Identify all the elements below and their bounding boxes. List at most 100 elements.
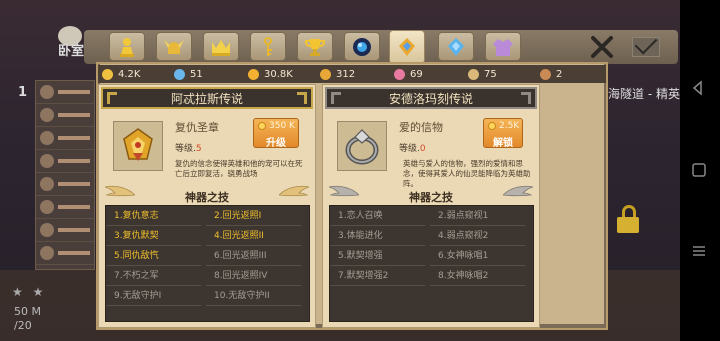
- skill-item: 3.体能进化: [330, 226, 425, 246]
- gold-coin-icon: [248, 68, 259, 80]
- skill-item: 4.弱点窥视2: [430, 226, 525, 246]
- background-progress: 50 M /20: [14, 305, 41, 333]
- close-icon: [591, 36, 613, 58]
- skill-item: 1.恋人召唤: [330, 206, 425, 226]
- key-icon: [264, 36, 272, 56]
- upgrade-cost: 350 K: [258, 121, 296, 131]
- skill-item: 3.复仇默契: [106, 226, 201, 246]
- cost-value: 350 K: [269, 121, 295, 131]
- lock-icon[interactable]: [617, 205, 641, 233]
- list-item: [36, 219, 94, 242]
- artifact-name: 复仇圣章: [175, 121, 219, 134]
- amulet-icon: [399, 38, 415, 56]
- header-ornament: [521, 92, 531, 104]
- artifact-card: 安德洛玛刻传说 爱的信物 等级.0 英雄与爱人的信物，强烈的爱情和思念，使得其爱…: [322, 84, 540, 328]
- list-item: [36, 196, 94, 219]
- trophy-icon: [304, 38, 326, 56]
- upgrade-button[interactable]: 350 K 升级: [253, 118, 299, 149]
- list-item: [36, 127, 94, 150]
- currency-value: 51: [190, 68, 203, 80]
- back-icon[interactable]: [690, 80, 706, 96]
- list-item: [36, 242, 94, 265]
- artifact-description: 复仇的信念使得英雄和他的宠可以在死亡后立即复活，骁勇战场: [175, 159, 303, 178]
- artifact-icon-box[interactable]: [337, 121, 387, 171]
- mail-button[interactable]: [632, 37, 660, 57]
- gem-icon: [448, 37, 464, 56]
- currency-value: 312: [336, 68, 356, 80]
- card-header: 阿忒拉斯传说: [101, 87, 313, 109]
- header-ornament: [107, 92, 117, 104]
- card-title: 阿忒拉斯传说: [170, 91, 243, 106]
- unlock-label: 解锁: [493, 138, 513, 149]
- level-label: 等级.: [399, 144, 420, 154]
- list-item: [36, 104, 94, 127]
- medal-icon: [123, 128, 153, 161]
- skill-item: 9.无敌守护I: [106, 286, 201, 306]
- pink-gem-icon: [394, 68, 405, 80]
- ring-icon: [345, 129, 379, 165]
- feather-icon: [468, 68, 479, 80]
- artifact-card: 阿忒拉斯传说 复仇圣章 等级.5 复仇的信念使得英雄和他的宠可以在死亡后立即复活…: [98, 84, 316, 328]
- artifact-name: 爱的信物: [399, 121, 443, 134]
- tab-crown[interactable]: [203, 32, 239, 61]
- currency-item: 75: [468, 65, 497, 83]
- tab-amulet[interactable]: [389, 30, 425, 64]
- currency-item: 30.8K: [248, 65, 293, 83]
- tab-shirt[interactable]: [485, 32, 521, 61]
- skill-item: 2.回光返照I: [206, 206, 301, 226]
- background-distance: 50 M: [14, 305, 41, 318]
- crown-icon: [212, 39, 230, 56]
- coin-icon: [258, 122, 266, 130]
- currency-value: 30.8K: [264, 68, 293, 80]
- artifact-icon-box[interactable]: [113, 121, 163, 171]
- close-button[interactable]: [588, 33, 616, 61]
- pawn-icon: [120, 37, 134, 57]
- header-ornament: [297, 92, 307, 104]
- currency-item: 4.2K: [102, 65, 140, 83]
- background-row-number: 1: [18, 85, 28, 100]
- home-icon[interactable]: [692, 163, 706, 177]
- tab-pawn[interactable]: [109, 32, 145, 61]
- skill-item: 5.同仇敌忾: [106, 246, 201, 266]
- artifact-level: 等级.0: [399, 141, 426, 154]
- level-label: 等级.: [175, 144, 196, 154]
- unlock-button[interactable]: 2.5K 解锁: [483, 118, 523, 149]
- skill-item: 10.无敌守护II: [206, 286, 301, 306]
- currency-value: 69: [410, 68, 423, 80]
- skill-item: 6.回光返照III: [206, 246, 301, 266]
- currency-item: 51: [174, 65, 203, 83]
- cost-value: 2.5K: [499, 121, 520, 131]
- unlock-cost: 2.5K: [488, 121, 520, 131]
- tab-viking[interactable]: [156, 32, 192, 61]
- skill-item: 5.默契增强: [330, 246, 425, 266]
- tab-trophy[interactable]: [297, 32, 333, 61]
- header-ornament: [331, 92, 341, 104]
- skill-item: 1.复仇意志: [106, 206, 201, 226]
- menu-icon[interactable]: [692, 244, 706, 258]
- viking-helmet-icon: [164, 39, 184, 54]
- tab-gem[interactable]: [438, 32, 474, 61]
- tab-key[interactable]: [250, 32, 286, 61]
- crystal-icon: [174, 68, 185, 80]
- currency-value: 75: [484, 68, 497, 80]
- tab-orb[interactable]: [344, 32, 380, 61]
- upgrade-label: 升级: [266, 138, 286, 149]
- skill-list: 1.恋人召唤 2.弱点窥视1 3.体能进化 4.弱点窥视2 5.默契增强 6.女…: [329, 205, 534, 322]
- skill-item: 7.不朽之军: [106, 266, 201, 286]
- list-item: [36, 81, 94, 104]
- skill-list: 1.复仇意志 2.回光返照I 3.复仇默契 4.回光返照II 5.同仇敌忾 6.…: [105, 205, 310, 322]
- star-token-icon: [488, 122, 496, 130]
- card-title: 安德洛玛刻传说: [388, 91, 473, 106]
- skill-item: 2.弱点窥视1: [430, 206, 525, 226]
- star-token-icon: [320, 68, 331, 80]
- currency-bar: 4.2K 51 30.8K 312 69 75 2: [98, 65, 606, 83]
- background-stage-name: 海隧道 - 精英: [608, 87, 680, 101]
- currency-item: 69: [394, 65, 423, 83]
- orb-icon: [353, 37, 371, 56]
- currency-item: 2: [540, 65, 562, 83]
- skill-item: 4.回光返照II: [206, 226, 301, 246]
- shirt-icon: [493, 38, 513, 56]
- disc-icon: [540, 68, 551, 80]
- artifact-level: 等级.5: [175, 141, 202, 154]
- currency-item: 312: [320, 65, 355, 83]
